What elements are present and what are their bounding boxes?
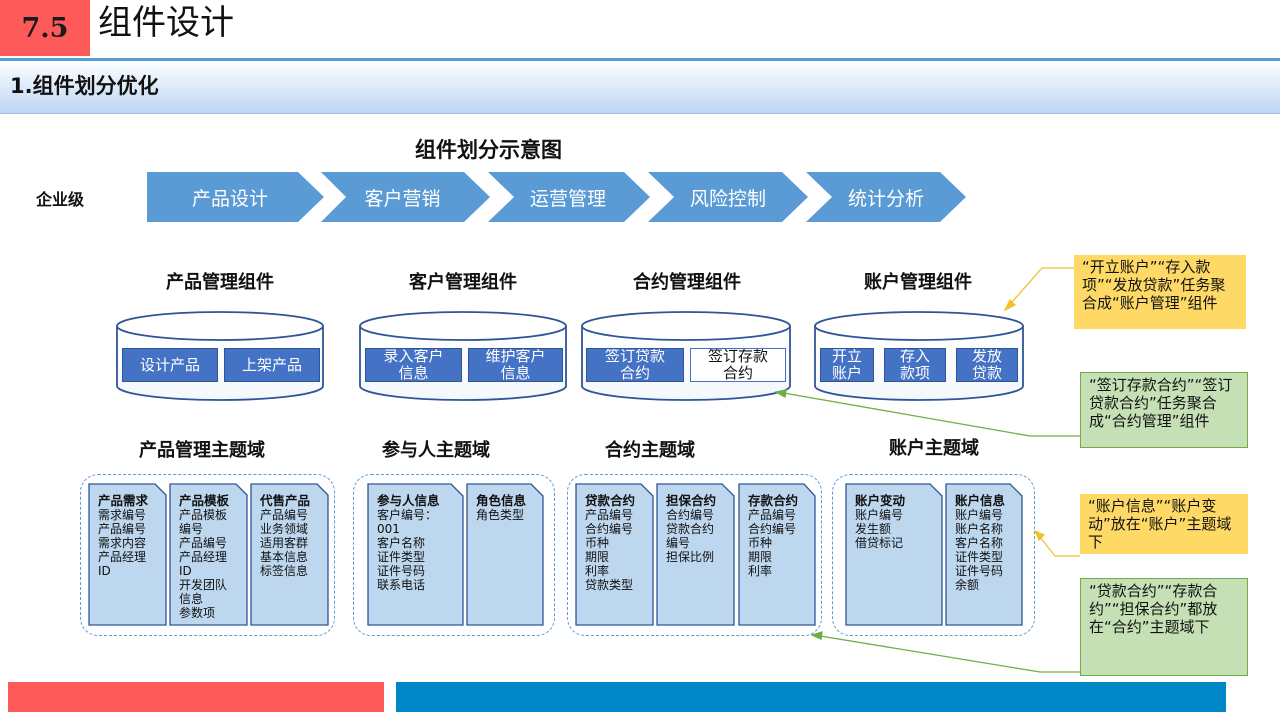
- note-contract-domain: “贷款合约”“存款合约”“担保合约”都放在“合约”主题域下: [1080, 578, 1248, 676]
- note-account-component: “开立账户”“存入款项”“发放贷款”任务聚合成“账户管理”组件: [1074, 255, 1246, 329]
- doc-heading: 账户信息: [955, 493, 1006, 508]
- maintain-customer-info-button[interactable]: 维护客户信息: [468, 348, 563, 382]
- stage-label-3: 运营管理: [529, 188, 606, 210]
- doc-product-requirement: 产品需求 需求编号 产品编号 需求内容 产品经理 ID: [89, 490, 166, 579]
- footer-bar-blue: [396, 682, 1226, 712]
- doc-product-template: 产品模板 产品模板 编号 产品编号 产品经理 ID 开发团队 信息 参数项: [170, 490, 247, 621]
- doc-heading: 产品模板: [179, 493, 230, 508]
- domain-title-contract: 合约主题域: [605, 440, 695, 461]
- component-title-contract: 合约管理组件: [633, 272, 741, 293]
- domain-title-party: 参与人主题域: [382, 440, 490, 461]
- doc-role-info: 角色信息 角色类型: [467, 490, 543, 523]
- doc-account-info: 账户信息 账户编号 账户名称 客户名称 证件类型 证件号码 余额: [946, 490, 1022, 593]
- doc-fields: 需求编号 产品编号 需求内容 产品经理 ID: [98, 508, 147, 578]
- doc-fields: 合约编号 贷款合约 编号 担保比例: [666, 508, 715, 564]
- component-title-account: 账户管理组件: [864, 272, 972, 293]
- footer-bar-red: [8, 682, 384, 712]
- doc-agent-product: 代售产品 产品编号 业务领域 适用客群 基本信息 标签信息: [251, 490, 328, 579]
- issue-loan-button[interactable]: 发放贷款: [956, 348, 1018, 382]
- doc-heading: 角色信息: [476, 493, 527, 508]
- doc-fields: 账户编号 账户名称 客户名称 证件类型 证件号码 余额: [955, 508, 1004, 592]
- doc-heading: 存款合约: [748, 493, 799, 508]
- doc-fields: 产品编号 业务领域 适用客群 基本信息 标签信息: [260, 508, 309, 578]
- doc-heading: 担保合约: [666, 493, 717, 508]
- doc-heading: 代售产品: [260, 493, 311, 508]
- stage-label-4: 风险控制: [689, 188, 766, 210]
- doc-heading: 贷款合约: [585, 493, 636, 508]
- doc-fields: 产品模板 编号 产品编号 产品经理 ID 开发团队 信息 参数项: [179, 508, 228, 620]
- doc-fields: 客户编号： 001 客户名称 证件类型 证件号码 联系电话: [377, 508, 438, 592]
- stage-label-1: 产品设计: [191, 188, 268, 210]
- doc-loan-contract: 贷款合约 产品编号 合约编号 币种 期限 利率 贷款类型: [576, 490, 653, 593]
- doc-account-change: 账户变动 账户编号 发生额 借贷标记: [846, 490, 942, 551]
- open-account-button[interactable]: 开立账户: [820, 348, 874, 382]
- component-title-product: 产品管理组件: [166, 272, 274, 293]
- sign-deposit-contract-button[interactable]: 签订存款合约: [690, 348, 786, 382]
- doc-fields: 账户编号 发生额 借贷标记: [855, 508, 904, 550]
- doc-heading: 账户变动: [855, 493, 906, 508]
- stage-label-5: 统计分析: [847, 188, 924, 210]
- domain-title-account: 账户主题域: [889, 438, 979, 459]
- doc-fields: 角色类型: [476, 508, 525, 522]
- doc-fields: 产品编号 合约编号 币种 期限 利率: [748, 508, 797, 578]
- launch-product-button[interactable]: 上架产品: [224, 348, 320, 382]
- enter-customer-info-button[interactable]: 录入客户信息: [365, 348, 462, 382]
- stage-label-2: 客户营销: [364, 188, 441, 210]
- doc-heading: 产品需求: [98, 493, 149, 508]
- doc-heading: 参与人信息: [377, 493, 440, 508]
- doc-deposit-contract: 存款合约 产品编号 合约编号 币种 期限 利率: [739, 490, 815, 579]
- doc-fields: 产品编号 合约编号 币种 期限 利率 贷款类型: [585, 508, 634, 592]
- doc-party-info: 参与人信息 客户编号： 001 客户名称 证件类型 证件号码 联系电话: [368, 490, 463, 593]
- design-product-button[interactable]: 设计产品: [122, 348, 218, 382]
- note-account-domain: “账户信息”“账户变动”放在“账户”主题域下: [1080, 494, 1248, 554]
- doc-guarantee-contract: 担保合约 合约编号 贷款合约 编号 担保比例: [657, 490, 734, 565]
- domain-title-product: 产品管理主题域: [139, 440, 265, 461]
- note-contract-component: “签订存款合约”“签订贷款合约”任务聚合成“合约管理”组件: [1080, 372, 1248, 448]
- component-title-customer: 客户管理组件: [409, 272, 517, 293]
- sign-loan-contract-button[interactable]: 签订贷款合约: [586, 348, 684, 382]
- deposit-funds-button[interactable]: 存入款项: [884, 348, 946, 382]
- connector-note4: [813, 634, 1080, 673]
